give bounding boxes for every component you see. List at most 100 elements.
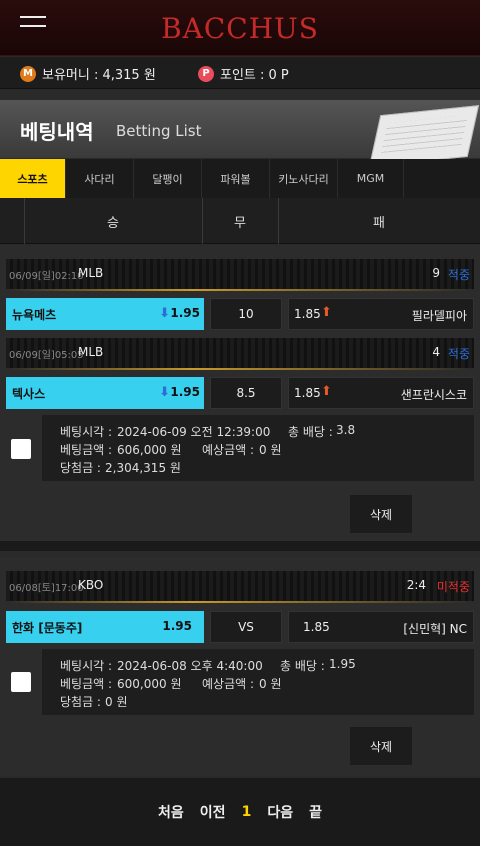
vs-label[interactable]: VS [210, 611, 282, 643]
home-team: 뉴욕메츠 [12, 308, 57, 322]
game-score: 9 [432, 266, 440, 280]
points-info: P 포인트 : 0 P [198, 64, 289, 83]
expected-label: 예상금액 : [202, 677, 255, 691]
game-date: 06/09[일]02:10 [9, 271, 84, 282]
total-odds-label: 총 배당 : [280, 659, 325, 673]
points-icon: P [198, 65, 214, 82]
away-odds: 1.85 [303, 620, 330, 634]
bet-card: 06/08[토]17:00 KBO 2:4 미적중 한화 [문동주] 1.95 … [0, 557, 480, 776]
page-next[interactable]: 다음 [267, 802, 293, 822]
money-info: M 보유머니 : 4,315 원 [20, 64, 156, 83]
bet-time-label: 베팅시각 : [60, 659, 113, 673]
bet-card: 06/09[일]02:10 MLB 9 적중 뉴욕메츠 ⬇ 1.95 10 1.… [0, 245, 480, 541]
arrow-down-icon: ⬇ [159, 306, 170, 321]
handicap-value[interactable]: 8.5 [210, 377, 282, 409]
total-odds: 1.95 [329, 657, 356, 671]
column-win: 승 [107, 215, 119, 231]
tab-sports[interactable]: 스포츠 [0, 159, 66, 198]
page-current[interactable]: 1 [242, 804, 252, 820]
win-amount-label: 당첨금 : [60, 695, 101, 709]
game-result: 적중 [447, 347, 470, 361]
home-odds: 1.95 [170, 306, 200, 320]
home-odds: 1.95 [170, 385, 200, 399]
odds-row: 텍사스 ⬇ 1.95 8.5 1.85 ⬆ 샌프란시스코 [6, 377, 474, 409]
game-score: 4 [432, 345, 440, 359]
money-label: 보유머니 : 4,315 원 [42, 68, 156, 83]
page-first[interactable]: 처음 [158, 802, 184, 822]
home-odds: 1.95 [162, 619, 192, 633]
game-date: 06/08[토]17:00 [9, 583, 84, 594]
logo: BACCHUS [161, 12, 319, 45]
delete-button[interactable]: 삭제 [350, 495, 412, 533]
expected-amount: 0 원 [259, 677, 282, 691]
away-pick[interactable]: 1.85 [신민혁] NC [288, 611, 474, 643]
away-team: 샌프란시스코 [400, 388, 467, 402]
away-odds: 1.85 [294, 386, 321, 400]
game-tabs: 스포츠 사다리 달팽이 파워볼 키노사다리 MGM [0, 159, 480, 198]
away-pick[interactable]: 1.85 ⬆ 필라델피아 [288, 298, 474, 330]
arrow-up-icon: ⬆ [321, 384, 332, 399]
bet-amount-label: 베팅금액 : [60, 443, 113, 457]
away-pick[interactable]: 1.85 ⬆ 샌프란시스코 [288, 377, 474, 409]
paper-icon [368, 105, 480, 167]
total-odds-label: 총 배당 : [288, 425, 333, 439]
tab-keno-ladder[interactable]: 키노사다리 [270, 159, 338, 198]
top-bar: BACCHUS [0, 0, 480, 56]
game-date: 06/09[일]05:05 [9, 350, 84, 361]
expected-amount: 0 원 [259, 443, 282, 457]
game-info-bar: 06/09[일]05:05 MLB 4 적중 [6, 338, 474, 370]
account-bar: M 보유머니 : 4,315 원 P 포인트 : 0 P [0, 57, 480, 89]
tab-ladder[interactable]: 사다리 [66, 159, 134, 198]
game-score: 2:4 [406, 578, 426, 592]
bet-summary: 베팅시각 : 2024-06-09 오전 12:39:00 총 배당 : 3.8… [42, 415, 474, 481]
win-amount-label: 당첨금 : [60, 461, 101, 475]
bet-amount-label: 베팅금액 : [60, 677, 113, 691]
column-lose: 패 [373, 215, 385, 231]
page-prev[interactable]: 이전 [200, 802, 226, 822]
pagination: 처음 이전 1 다음 끝 [0, 778, 480, 846]
win-amount: 0 원 [105, 695, 128, 709]
game-info-bar: 06/08[토]17:00 KBO 2:4 미적중 [6, 571, 474, 603]
home-team: 텍사스 [12, 387, 46, 401]
page-subtitle: Betting List [116, 122, 202, 140]
select-checkbox[interactable] [11, 439, 31, 459]
away-team: [신민혁] NC [403, 622, 467, 636]
game-league: MLB [78, 345, 104, 359]
away-odds: 1.85 [294, 307, 321, 321]
page-title: 베팅내역 [20, 120, 94, 144]
page-last[interactable]: 끝 [309, 802, 322, 822]
draw-value[interactable]: 10 [210, 298, 282, 330]
bet-time: 2024-06-09 오전 12:39:00 [117, 425, 271, 439]
tab-snail[interactable]: 달팽이 [134, 159, 202, 198]
game-info-bar: 06/09[일]02:10 MLB 9 적중 [6, 259, 474, 291]
arrow-down-icon: ⬇ [159, 385, 170, 400]
arrow-up-icon: ⬆ [321, 305, 332, 320]
win-amount: 2,304,315 원 [105, 461, 181, 475]
home-pick[interactable]: 텍사스 ⬇ 1.95 [6, 377, 204, 409]
page-header: 베팅내역 Betting List [0, 100, 480, 167]
tab-powerball[interactable]: 파워볼 [202, 159, 270, 198]
home-pick[interactable]: 한화 [문동주] 1.95 [6, 611, 204, 643]
expected-label: 예상금액 : [202, 443, 255, 457]
odds-row: 한화 [문동주] 1.95 VS 1.85 [신민혁] NC [6, 611, 474, 643]
bet-summary: 베팅시각 : 2024-06-08 오후 4:40:00 총 배당 : 1.95… [42, 649, 474, 715]
money-icon: M [20, 65, 36, 82]
odds-row: 뉴욕메츠 ⬇ 1.95 10 1.85 ⬆ 필라델피아 [6, 298, 474, 330]
game-result: 적중 [447, 268, 470, 282]
away-team: 필라델피아 [411, 309, 467, 323]
bet-time: 2024-06-08 오후 4:40:00 [117, 659, 263, 673]
home-pick[interactable]: 뉴욕메츠 ⬇ 1.95 [6, 298, 204, 330]
bet-amount: 600,000 원 [117, 677, 182, 691]
game-league: MLB [78, 266, 104, 280]
home-team: 한화 [문동주] [12, 621, 83, 635]
delete-button[interactable]: 삭제 [350, 727, 412, 765]
column-draw: 무 [234, 215, 246, 231]
select-checkbox[interactable] [11, 672, 31, 692]
bet-time-label: 베팅시각 : [60, 425, 113, 439]
points-label: 포인트 : 0 P [220, 68, 289, 83]
total-odds: 3.8 [336, 423, 356, 437]
game-league: KBO [78, 578, 104, 592]
bet-amount: 606,000 원 [117, 443, 182, 457]
tab-mgm[interactable]: MGM [338, 159, 404, 198]
game-result: 미적중 [436, 580, 470, 594]
